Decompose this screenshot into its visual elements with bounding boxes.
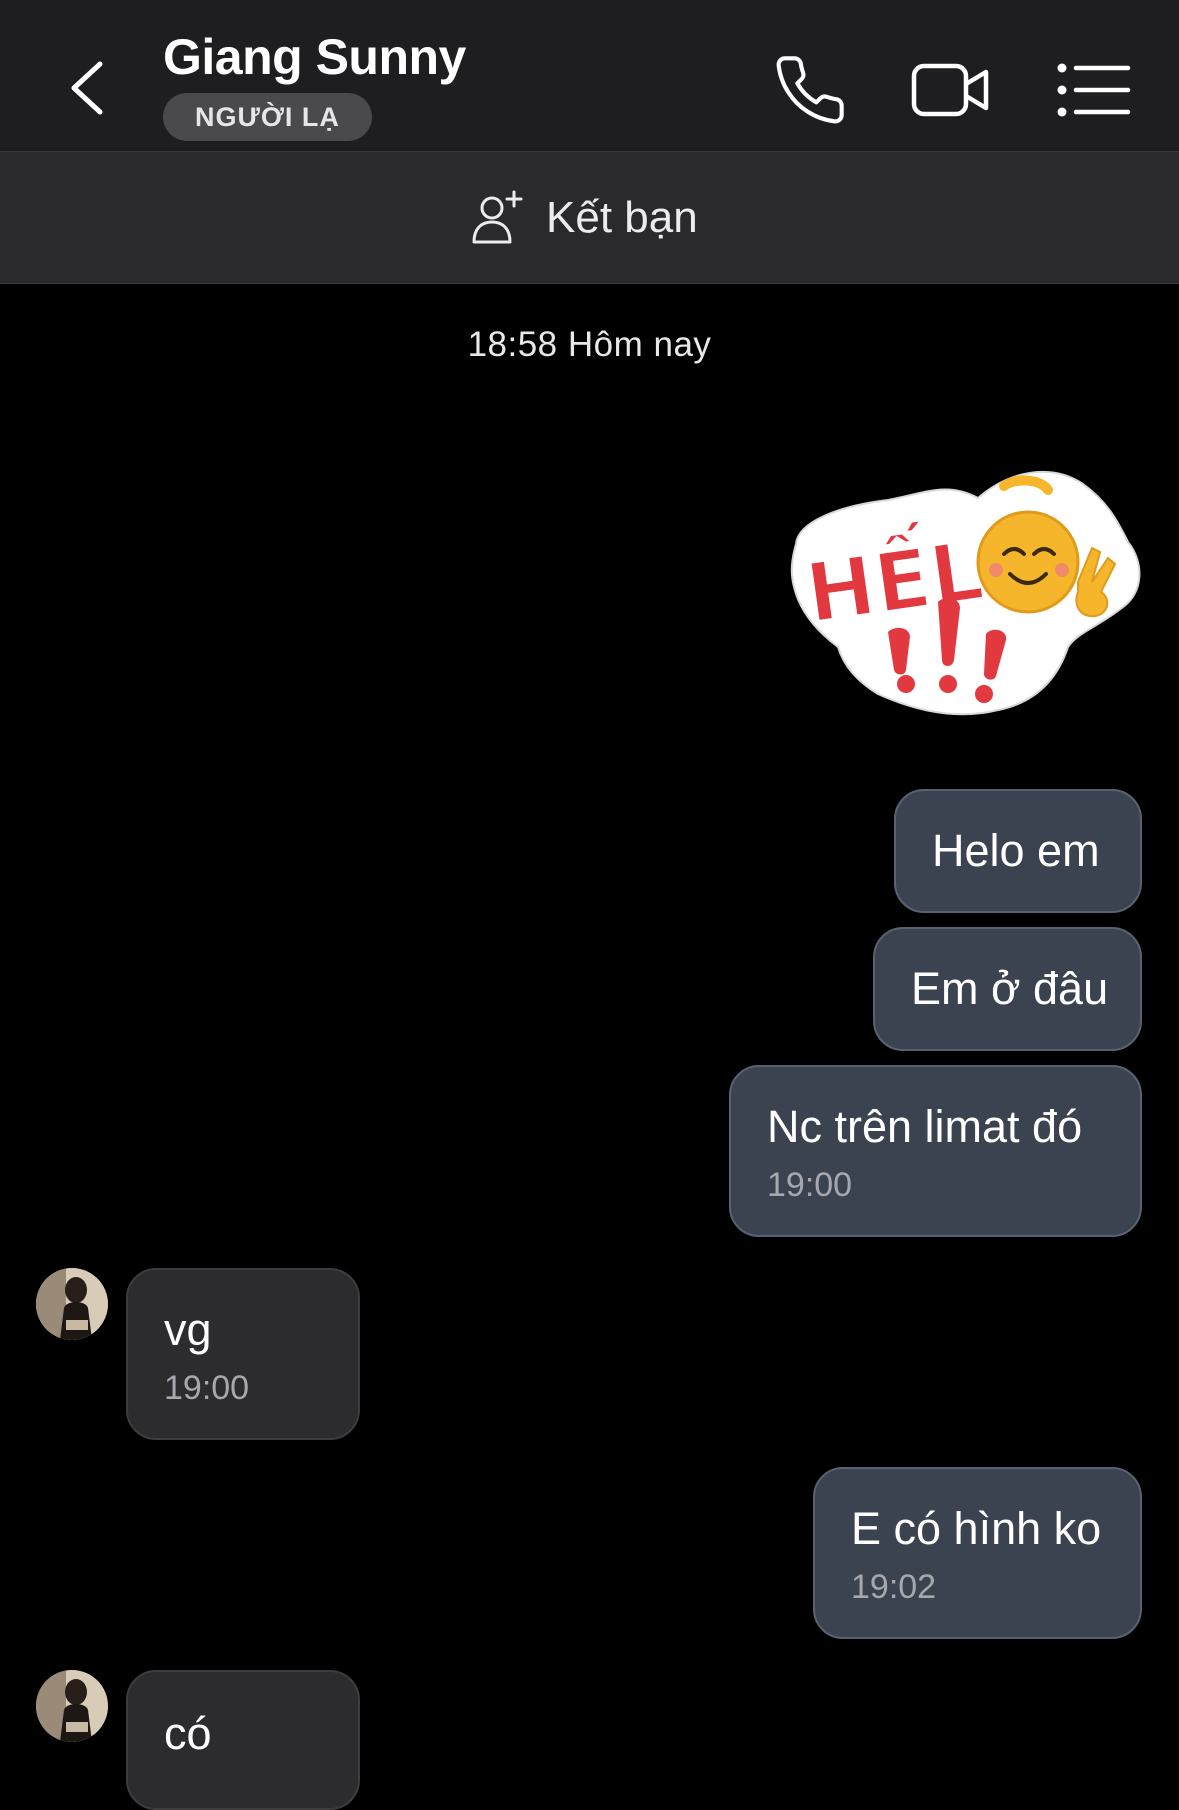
phone-icon bbox=[776, 56, 844, 124]
message-text: E có hình ko bbox=[851, 1503, 1102, 1554]
message-time: 19:02 bbox=[851, 1568, 937, 1606]
sticker-image: HẾL bbox=[790, 471, 1141, 716]
message-text: Em ở đâu bbox=[911, 963, 1109, 1014]
avatar-photo bbox=[36, 1670, 108, 1742]
message-text: Nc trên limat đó bbox=[767, 1101, 1083, 1152]
message-time: 19:00 bbox=[164, 1369, 250, 1407]
message-bubble-outgoing[interactable]: Em ở đâu bbox=[873, 927, 1142, 1051]
add-friend-button[interactable]: Kết bạn bbox=[468, 186, 698, 250]
message-bubble-outgoing[interactable]: E có hình ko 19:02 bbox=[813, 1467, 1142, 1639]
add-friend-label: Kết bạn bbox=[546, 193, 698, 242]
chevron-left-icon bbox=[71, 61, 103, 115]
message-text: vg bbox=[164, 1304, 212, 1355]
back-button[interactable] bbox=[60, 50, 120, 126]
add-person-icon bbox=[472, 190, 523, 244]
message-bubble-outgoing[interactable]: Nc trên limat đó 19:00 bbox=[729, 1065, 1142, 1237]
message-bubble-incoming[interactable]: có bbox=[126, 1670, 360, 1810]
message-text: có bbox=[164, 1708, 212, 1759]
avatar-photo bbox=[36, 1268, 108, 1340]
date-divider: 18:58 Hôm nay bbox=[467, 325, 712, 364]
message-text: Helo em bbox=[932, 825, 1100, 876]
message-time: 19:00 bbox=[767, 1166, 853, 1204]
video-camera-icon bbox=[911, 63, 989, 117]
contact-avatar[interactable] bbox=[36, 1670, 108, 1742]
list-menu-icon bbox=[1057, 63, 1131, 117]
stranger-badge: NGƯỜI LẠ bbox=[163, 93, 372, 141]
message-bubble-outgoing[interactable]: Helo em bbox=[894, 789, 1142, 913]
contact-avatar[interactable] bbox=[36, 1268, 108, 1340]
hello-sticker[interactable]: HẾL bbox=[778, 462, 1144, 724]
voice-call-button[interactable] bbox=[772, 52, 848, 128]
chat-header: Giang Sunny NGƯỜI LẠ bbox=[0, 0, 1179, 152]
options-menu-button[interactable] bbox=[1052, 52, 1134, 128]
message-bubble-incoming[interactable]: vg 19:00 bbox=[126, 1268, 360, 1440]
add-friend-bar: Kết bạn bbox=[0, 152, 1179, 284]
video-call-button[interactable] bbox=[908, 52, 992, 128]
contact-name[interactable]: Giang Sunny bbox=[163, 28, 466, 86]
